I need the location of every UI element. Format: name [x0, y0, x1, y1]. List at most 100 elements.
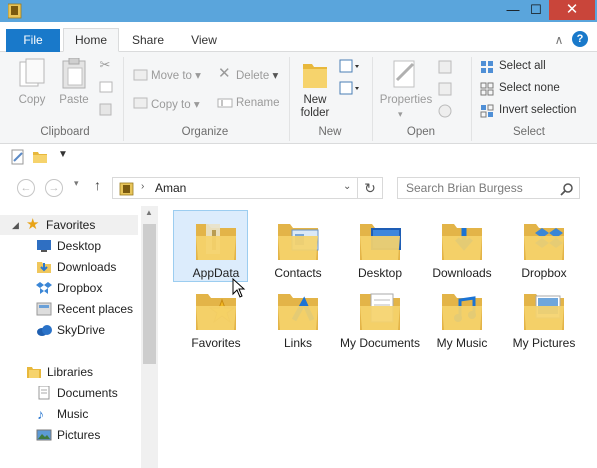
chevron-down-icon: ▾ — [398, 109, 403, 119]
tab-share[interactable]: Share — [128, 29, 168, 51]
paste-button[interactable]: Paste — [56, 94, 92, 106]
downloads-icon — [37, 262, 51, 273]
help-icon[interactable]: ? — [572, 31, 588, 47]
folder-my-pictures[interactable]: My Pictures — [504, 286, 584, 358]
new-folder-quick-icon[interactable] — [32, 149, 48, 165]
move-to-button[interactable]: Move to ▾ — [151, 68, 201, 82]
tab-home[interactable]: Home — [63, 28, 119, 52]
copy-path-icon[interactable] — [99, 81, 113, 93]
scroll-up-icon[interactable]: ▲ — [145, 208, 153, 217]
folder-my-documents[interactable]: My Documents — [340, 286, 420, 358]
select-all-button[interactable]: Select all — [499, 60, 546, 72]
music-icon: ♪ — [37, 406, 44, 422]
forward-button[interactable]: → — [45, 179, 63, 197]
nav-favorites[interactable]: ◢ ★ Favorites — [0, 215, 138, 235]
folder-name: Links — [283, 336, 312, 350]
folder-icon — [442, 224, 482, 260]
folder-icon — [360, 293, 400, 330]
ribbon-separator — [372, 57, 373, 141]
navigation-pane: ◢ ★ Favorites Desktop Downloads Dropbox … — [0, 206, 158, 468]
up-icon[interactable]: ↑ — [94, 177, 101, 193]
delete-button[interactable]: Delete ▾ — [236, 68, 278, 82]
search-icon[interactable] — [560, 182, 574, 196]
breadcrumb-chevron-icon[interactable]: › — [141, 181, 144, 192]
history-icon[interactable] — [438, 104, 454, 118]
ribbon: Copy Paste ✂ Clipboard Move to ▾ Copy to… — [0, 52, 597, 144]
open-icon[interactable] — [438, 60, 460, 74]
breadcrumb-aman[interactable]: Aman — [155, 181, 186, 195]
easy-access-icon[interactable] — [339, 80, 361, 96]
folder-icon — [524, 294, 564, 330]
folder-icon — [278, 294, 318, 330]
select-none-button[interactable]: Select none — [499, 82, 560, 94]
back-button[interactable]: ← — [17, 179, 35, 197]
edit-icon[interactable] — [438, 82, 454, 96]
skydrive-icon — [37, 325, 52, 336]
customize-toolbar-icon[interactable]: ▼ — [58, 149, 68, 160]
pictures-icon — [36, 429, 52, 441]
rename-icon — [217, 98, 233, 108]
address-dropdown-icon[interactable]: ⌄ — [343, 181, 351, 192]
copy-button[interactable]: Copy — [14, 94, 50, 106]
invert-selection-icon — [480, 104, 494, 118]
folder-links[interactable]: Links — [258, 286, 338, 358]
paste-shortcut-icon[interactable] — [99, 102, 113, 116]
maximize-button[interactable]: ☐ — [522, 0, 550, 20]
paste-icon — [62, 58, 86, 89]
delete-icon: ✕ — [218, 65, 231, 82]
address-bar[interactable]: › Aman ⌄ — [112, 177, 358, 199]
folder-contacts[interactable]: Contacts — [258, 216, 338, 288]
rename-button[interactable]: Rename — [236, 97, 279, 109]
refresh-button[interactable]: ↻ — [358, 177, 383, 199]
star-icon: ★ — [26, 216, 40, 233]
folder-dropbox[interactable]: Dropbox — [504, 216, 584, 288]
desktop-icon — [37, 240, 51, 252]
nav-scrollbar[interactable]: ▲ — [141, 206, 158, 468]
tab-view[interactable]: View — [186, 29, 222, 51]
folder-name: AppData — [192, 266, 240, 280]
dropbox-icon — [36, 282, 52, 294]
new-item-icon[interactable] — [339, 58, 361, 74]
properties-button[interactable]: Properties — [378, 94, 434, 106]
libraries-icon — [27, 367, 41, 378]
folder-app-icon — [8, 3, 22, 19]
folder-downloads[interactable]: Downloads — [422, 216, 502, 288]
folder-name: Contacts — [274, 266, 322, 280]
cut-icon[interactable]: ✂ — [98, 58, 112, 72]
clipboard-group-label: Clipboard — [40, 126, 90, 138]
organize-group-label: Organize — [181, 126, 229, 138]
search-input[interactable]: Search Brian Burgess — [397, 177, 580, 199]
folder-name: Downloads — [432, 266, 492, 280]
invert-selection-button[interactable]: Invert selection — [499, 104, 576, 116]
user-folder-icon — [119, 182, 134, 196]
ribbon-tab-bar: File Home Share View ∧ ? — [0, 22, 597, 52]
expand-arrow-icon[interactable]: ◢ — [12, 215, 19, 235]
select-group-label: Select — [513, 126, 545, 138]
mouse-cursor-icon — [232, 278, 246, 298]
select-none-icon — [480, 82, 494, 96]
folder-name: Favorites — [191, 336, 241, 350]
ribbon-separator — [123, 57, 124, 141]
folder-name: My Music — [436, 336, 488, 350]
documents-icon — [38, 386, 50, 400]
move-to-icon — [133, 69, 148, 81]
folder-desktop[interactable]: Desktop — [340, 216, 420, 288]
tab-file[interactable]: File — [6, 29, 60, 52]
properties-quick-icon[interactable] — [10, 149, 26, 165]
address-row: ← → ▾ ↑ › Aman ⌄ ↻ Search Brian Burgess — [0, 170, 597, 206]
folder-my-music[interactable]: My Music — [422, 286, 502, 358]
recent-locations-icon[interactable]: ▾ — [74, 178, 79, 189]
new-folder-button[interactable]: New folder — [294, 94, 336, 120]
scrollbar-thumb[interactable] — [143, 224, 156, 364]
folder-icon — [524, 224, 564, 260]
folder-icon — [196, 224, 236, 260]
copy-to-button[interactable]: Copy to ▾ — [151, 97, 200, 111]
folder-name: My Pictures — [512, 336, 576, 350]
folder-name: Dropbox — [521, 266, 567, 280]
ribbon-separator — [289, 57, 290, 141]
collapse-ribbon-button[interactable]: ∧ — [552, 29, 566, 51]
close-button[interactable]: ✕ — [549, 0, 595, 20]
folder-icon — [442, 294, 482, 330]
folder-icon — [360, 224, 401, 260]
select-all-icon — [481, 61, 493, 73]
